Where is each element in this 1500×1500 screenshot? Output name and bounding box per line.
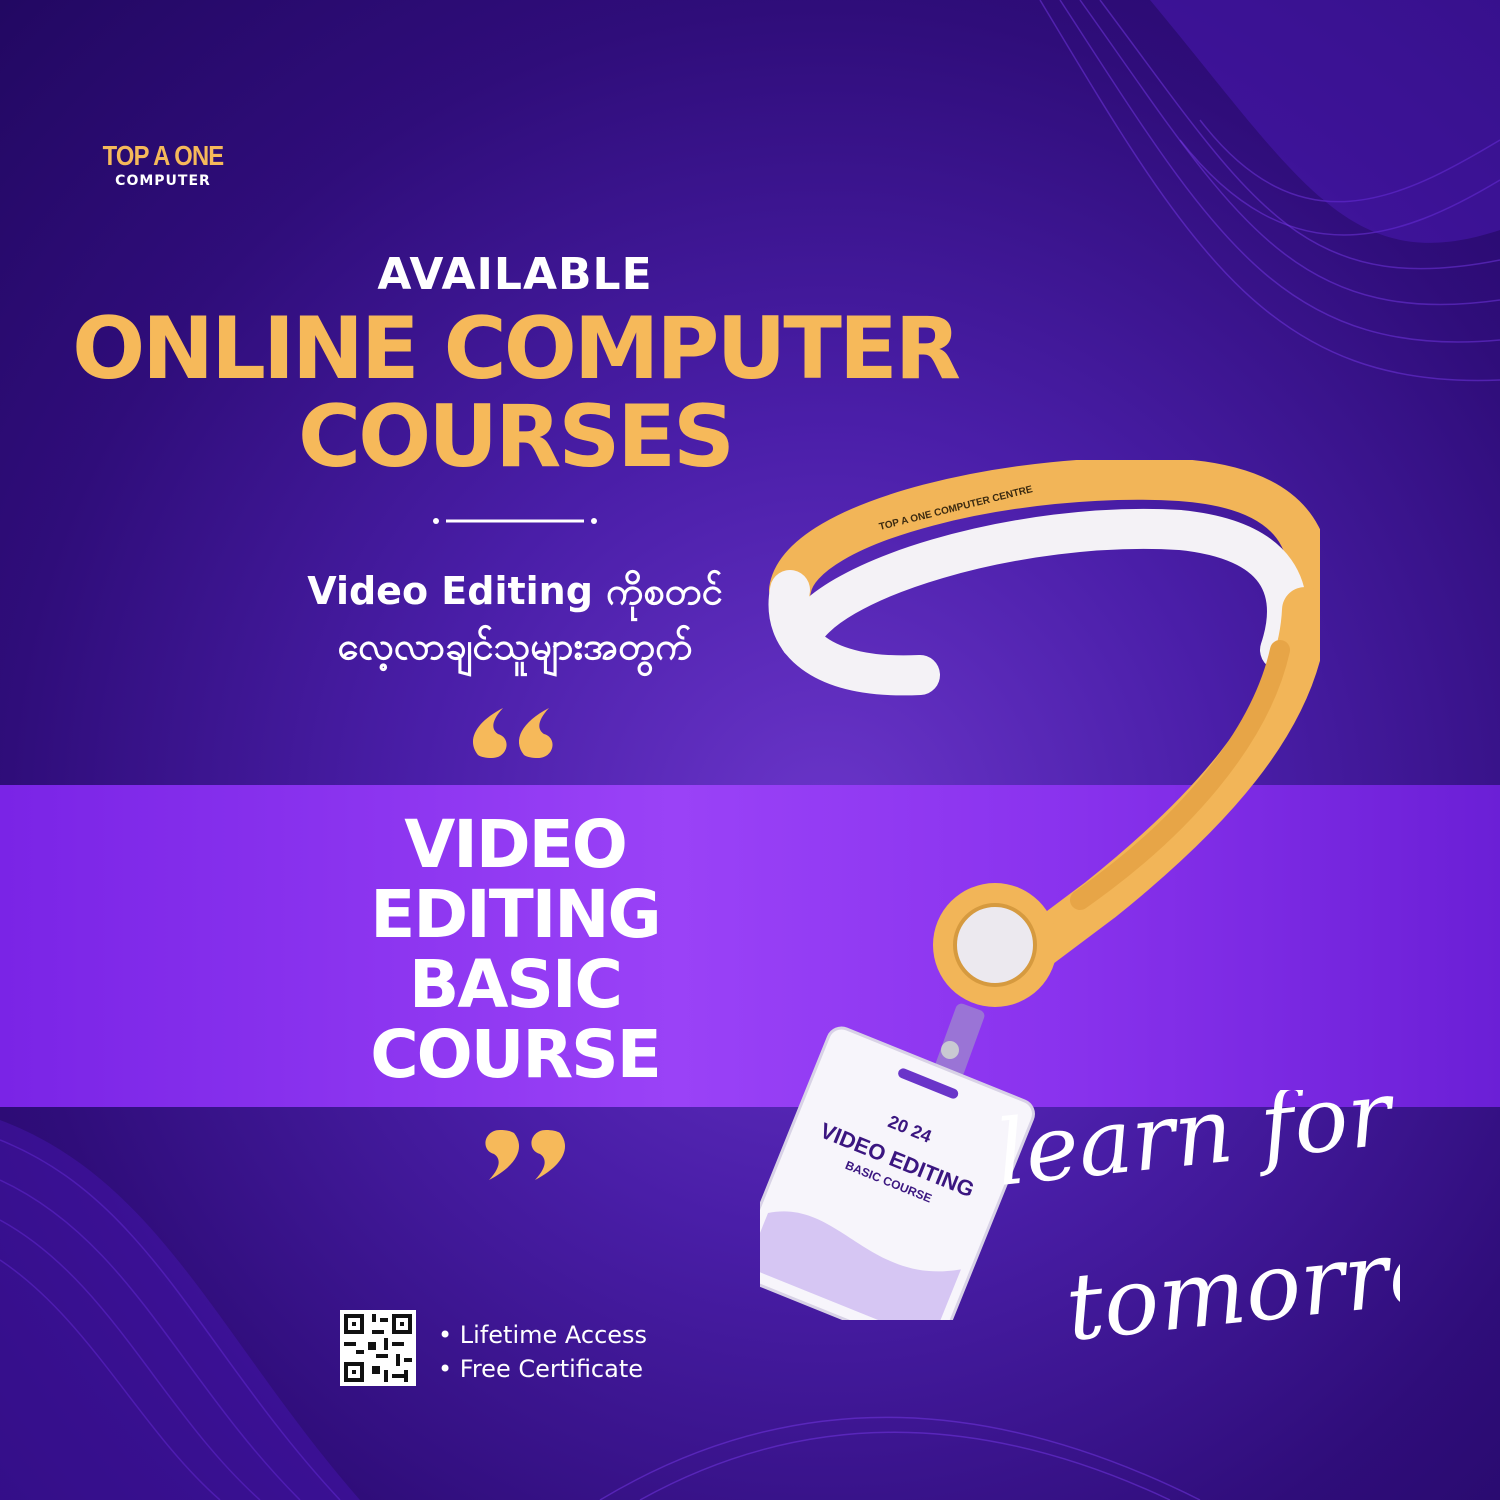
- divider: [433, 518, 597, 524]
- headline-line: ONLINE COMPUTER: [72, 299, 961, 399]
- brand-logo: TOP A ONE COMPUTER: [88, 140, 238, 190]
- script-line: learn for: [991, 1090, 1400, 1207]
- course-poster: TOP A ONE COMPUTER AVAILABLE ONLINE COMP…: [0, 0, 1500, 1500]
- kicker-text: AVAILABLE: [377, 249, 653, 300]
- logo-sub: COMPUTER: [115, 173, 211, 189]
- benefit-item: • Free Certificate: [438, 1355, 644, 1383]
- benefit-item: • Lifetime Access: [438, 1321, 648, 1349]
- benefits-list: • Lifetime Access • Free Certificate: [438, 1318, 647, 1386]
- headline: ONLINE COMPUTER COURSES: [60, 305, 970, 481]
- logo-name: TOP A ONE: [102, 140, 224, 171]
- open-quote-icon: [472, 708, 553, 758]
- close-quote-icon: [485, 1130, 566, 1180]
- qr-code-icon: [340, 1310, 416, 1386]
- script-line: tomorrow: [1061, 1208, 1400, 1362]
- script-tagline: learn for tomorrow: [991, 1090, 1400, 1362]
